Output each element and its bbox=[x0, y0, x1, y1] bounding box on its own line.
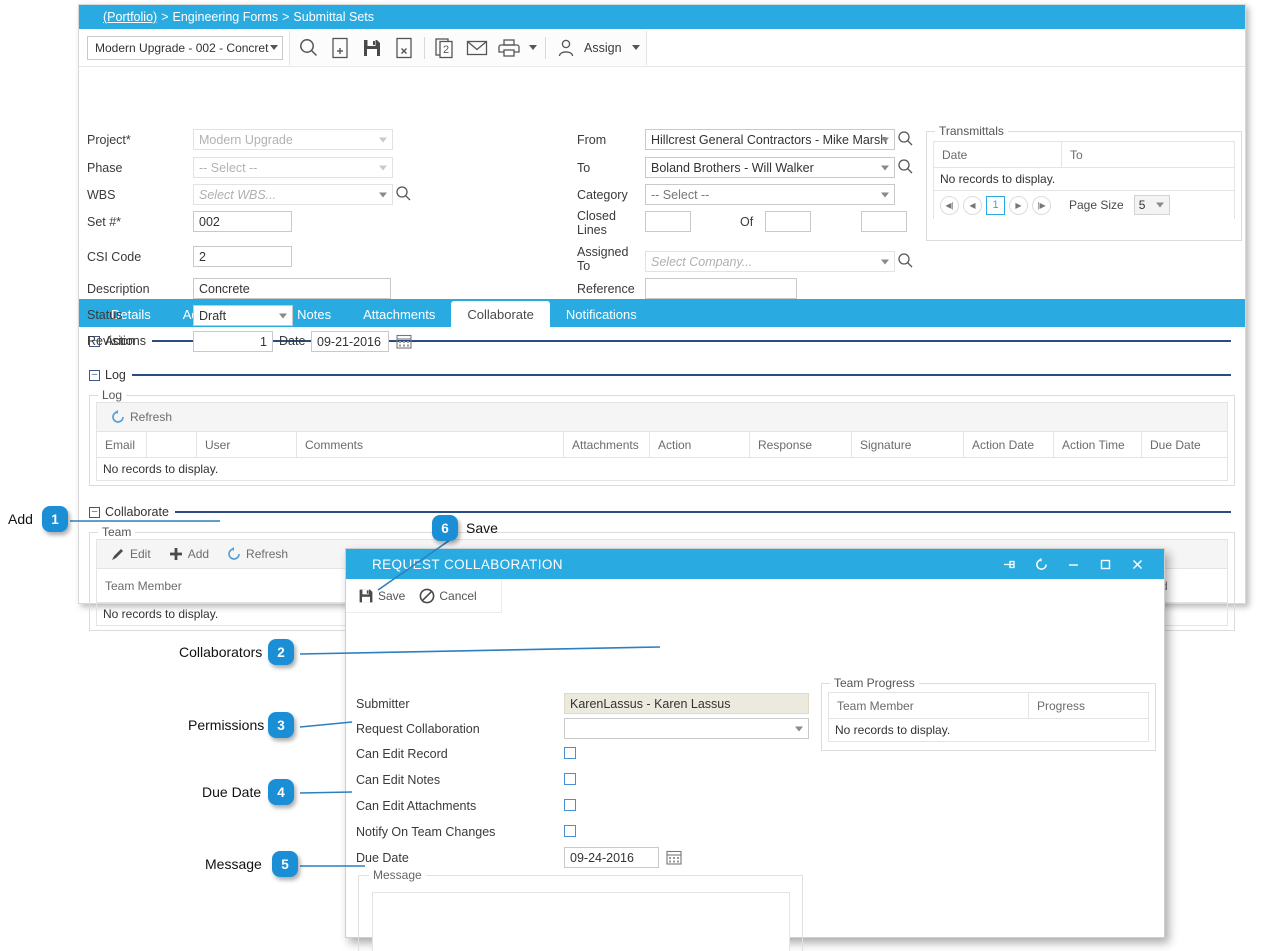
annotation-marker-4[interactable]: 4 bbox=[268, 779, 294, 805]
annotation-marker-5[interactable]: 5 bbox=[272, 851, 298, 877]
annotation-marker-3[interactable]: 3 bbox=[268, 712, 294, 738]
annotation-leaders bbox=[70, 520, 661, 867]
annotation-marker-1[interactable]: 1 bbox=[42, 506, 68, 532]
annotation-marker-2[interactable]: 2 bbox=[268, 639, 294, 665]
screenshot-root: (Portfolio) > Engineering Forms > Submit… bbox=[0, 0, 1264, 951]
annotation-marker-6[interactable]: 6 bbox=[432, 515, 458, 541]
